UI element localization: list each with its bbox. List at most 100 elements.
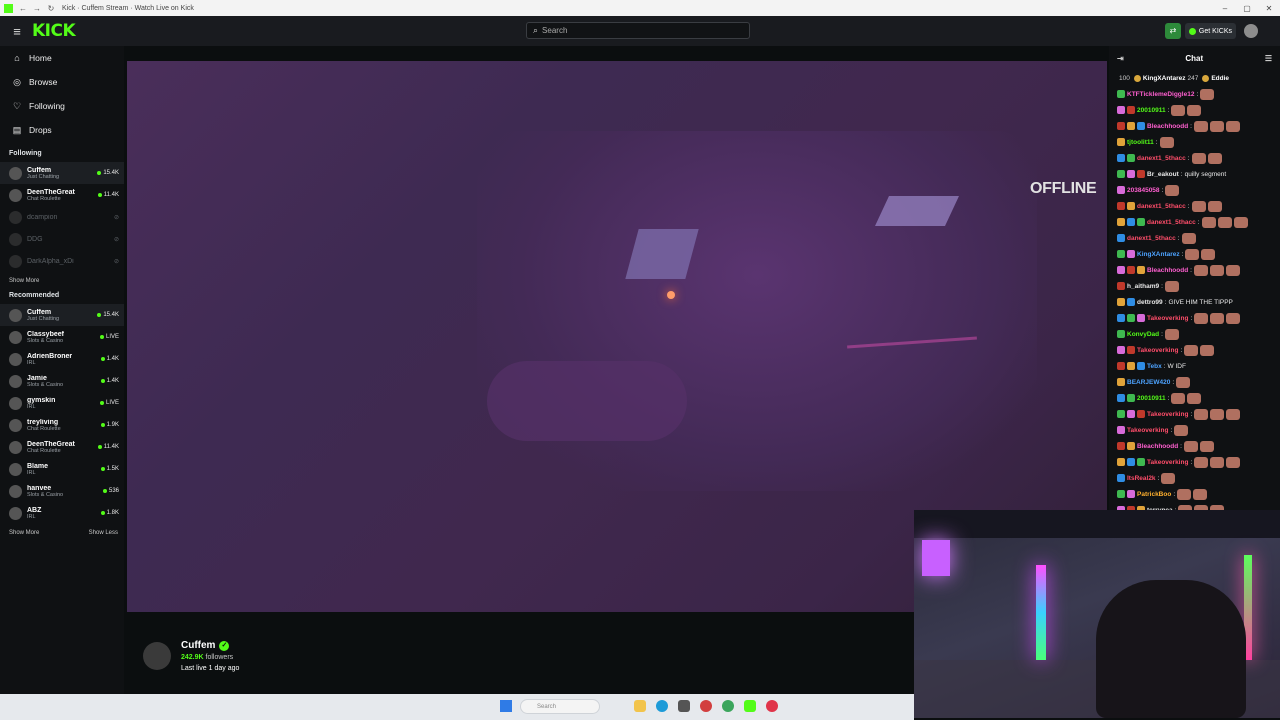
file-explorer-icon[interactable] <box>634 700 646 712</box>
channel-item[interactable]: Classybeef Slots & Casino LIVE <box>0 326 124 348</box>
channel-item[interactable]: Cuffem Just Chatting 15.4K <box>0 304 124 326</box>
app-icon[interactable] <box>678 700 690 712</box>
chat-username[interactable]: KingXAntarez <box>1137 251 1180 258</box>
gifter-item[interactable]: 100 <box>1119 75 1130 82</box>
channel-item[interactable]: dcampion ⊘ <box>0 206 124 228</box>
chat-username[interactable]: BEARJEW420 <box>1127 379 1170 386</box>
forward-icon[interactable]: → <box>30 4 44 13</box>
channel-item[interactable]: DDG ⊘ <box>0 228 124 250</box>
search-input[interactable]: ⌕ Search <box>526 22 750 39</box>
chat-message[interactable]: danext1_5thacc: <box>1109 230 1280 246</box>
sidebar-item-following[interactable]: ♡ Following <box>0 94 124 118</box>
get-kicks-button[interactable]: Get KICKs <box>1184 23 1236 39</box>
chat-message[interactable]: KingXAntarez: <box>1109 246 1280 262</box>
edge-browser-icon[interactable] <box>656 700 668 712</box>
channel-item[interactable]: Jamie Slots & Casino 1.4K <box>0 370 124 392</box>
chat-username[interactable]: 20010911 <box>1137 107 1166 114</box>
channel-item[interactable]: treyliving Chat Roulette 1.9K <box>0 414 124 436</box>
channel-item[interactable]: gymskin IRL LIVE <box>0 392 124 414</box>
chat-message[interactable]: Takeoverking: <box>1109 310 1280 326</box>
chat-username[interactable]: 20010911 <box>1137 395 1166 402</box>
kick-logo[interactable]: KICK <box>32 21 76 41</box>
gifter-item[interactable]: KingXAntarez 247 <box>1133 74 1198 82</box>
chat-message[interactable]: KonvyDad: <box>1109 326 1280 342</box>
minimize-icon[interactable]: – <box>1214 4 1236 13</box>
channel-item[interactable]: hanvee Slots & Casino 536 <box>0 480 124 502</box>
user-avatar[interactable] <box>1244 24 1258 38</box>
chat-message[interactable]: 20010911: <box>1109 390 1280 406</box>
channel-item[interactable]: DeenTheGreat Chat Roulette 11.4K <box>0 436 124 458</box>
channel-item[interactable]: DarkAlpha_xDi ⊘ <box>0 250 124 272</box>
back-icon[interactable]: ← <box>16 4 30 13</box>
chat-message[interactable]: Takeoverking: <box>1109 406 1280 422</box>
kick-app-icon[interactable] <box>744 700 756 712</box>
chat-users-icon[interactable]: ☰ <box>1265 54 1272 63</box>
chat-username[interactable]: KonvyDad <box>1127 331 1159 338</box>
chat-message[interactable]: terrynea: <box>1109 502 1280 510</box>
taskbar-search-input[interactable]: Search <box>520 699 600 714</box>
chat-username[interactable]: PatrickBoo <box>1137 491 1171 498</box>
maximize-icon[interactable]: ▢ <box>1236 4 1258 13</box>
chat-username[interactable]: Bleachhoodd <box>1147 123 1188 130</box>
chat-message[interactable]: Tebx: W IDF <box>1109 358 1280 374</box>
gifter-item[interactable]: Eddie <box>1202 74 1229 82</box>
chat-username[interactable]: KTFTicklemeDiggle12 <box>1127 91 1194 98</box>
chat-username[interactable]: Takeoverking <box>1147 459 1188 466</box>
streamer-name[interactable]: Cuffem <box>181 640 215 651</box>
chat-username[interactable]: danext1_5thacc <box>1147 219 1196 226</box>
channel-item[interactable]: Blame IRL 1.5K <box>0 458 124 480</box>
chat-message[interactable]: KTFTicklemeDiggle12: <box>1109 86 1280 102</box>
recommended-show-more[interactable]: Show More <box>9 530 39 544</box>
chat-message[interactable]: Takeoverking: <box>1109 422 1280 438</box>
chat-message[interactable]: Br_eakout: quilly segment <box>1109 166 1280 182</box>
recommended-show-less[interactable]: Show Less <box>89 530 118 544</box>
channel-item[interactable]: Cuffem Just Chatting 15.4K <box>0 162 124 184</box>
chat-username[interactable]: Bleachhoodd <box>1147 267 1188 274</box>
chrome-icon[interactable] <box>722 700 734 712</box>
chat-message[interactable]: ItsReal2k: <box>1109 470 1280 486</box>
chat-message[interactable]: danext1_5thacc: <box>1109 150 1280 166</box>
chat-message[interactable]: danext1_5thacc: <box>1109 214 1280 230</box>
wallet-button[interactable]: ⇄ <box>1164 23 1181 39</box>
chat-username[interactable]: Takeoverking <box>1127 427 1168 434</box>
chat-username[interactable]: Takeoverking <box>1147 315 1188 322</box>
chat-message[interactable]: Bleachhoodd: <box>1109 262 1280 278</box>
chat-username[interactable]: Takeoverking <box>1137 347 1178 354</box>
chat-message[interactable]: Bleachhoodd: <box>1109 438 1280 454</box>
app-icon[interactable] <box>700 700 712 712</box>
sidebar-item-browse[interactable]: ◎ Browse <box>0 70 124 94</box>
chat-username[interactable]: danext1_5thacc <box>1137 203 1186 210</box>
chat-message[interactable]: Bleachhoodd: <box>1109 118 1280 134</box>
chat-message[interactable]: tjtoolit11: <box>1109 134 1280 150</box>
chat-message[interactable]: PatrickBoo: <box>1109 486 1280 502</box>
chat-username[interactable]: dettro99 <box>1137 299 1163 306</box>
chat-message[interactable]: Takeoverking: <box>1109 454 1280 470</box>
chat-message[interactable]: h_aitham9: <box>1109 278 1280 294</box>
chat-username[interactable]: Takeoverking <box>1147 411 1188 418</box>
chat-message[interactable]: BEARJEW420: <box>1109 374 1280 390</box>
chat-username[interactable]: Br_eakout <box>1147 171 1179 178</box>
reload-icon[interactable]: ↻ <box>44 4 58 13</box>
chat-username[interactable]: 203845058 <box>1127 187 1160 194</box>
windows-start-icon[interactable] <box>500 700 512 712</box>
hamburger-menu-icon[interactable]: ≡ <box>10 24 24 39</box>
channel-item[interactable]: DeenTheGreat Chat Roulette 11.4K <box>0 184 124 206</box>
collapse-chat-icon[interactable]: ⇥ <box>1117 54 1124 63</box>
channel-item[interactable]: ABZ IRL 1.8K <box>0 502 124 524</box>
chat-username[interactable]: tjtoolit11 <box>1127 139 1154 146</box>
app-icon[interactable] <box>766 700 778 712</box>
streamer-avatar[interactable] <box>143 642 171 670</box>
following-show-more[interactable]: Show More <box>9 278 39 292</box>
chat-message[interactable]: Takeoverking: <box>1109 342 1280 358</box>
close-icon[interactable]: ✕ <box>1258 4 1280 13</box>
chat-message[interactable]: 203845058: <box>1109 182 1280 198</box>
sidebar-item-home[interactable]: ⌂ Home <box>0 46 124 70</box>
chat-username[interactable]: danext1_5thacc <box>1127 235 1176 242</box>
chat-username[interactable]: Tebx <box>1147 363 1162 370</box>
chat-message[interactable]: 20010911: <box>1109 102 1280 118</box>
chat-username[interactable]: Bleachhoodd <box>1137 443 1178 450</box>
sidebar-item-drops[interactable]: ▤ Drops <box>0 118 124 142</box>
chat-username[interactable]: h_aitham9 <box>1127 283 1159 290</box>
chat-message[interactable]: dettro99: GIVE HIM THE TIPPP <box>1109 294 1280 310</box>
chat-message[interactable]: danext1_5thacc: <box>1109 198 1280 214</box>
